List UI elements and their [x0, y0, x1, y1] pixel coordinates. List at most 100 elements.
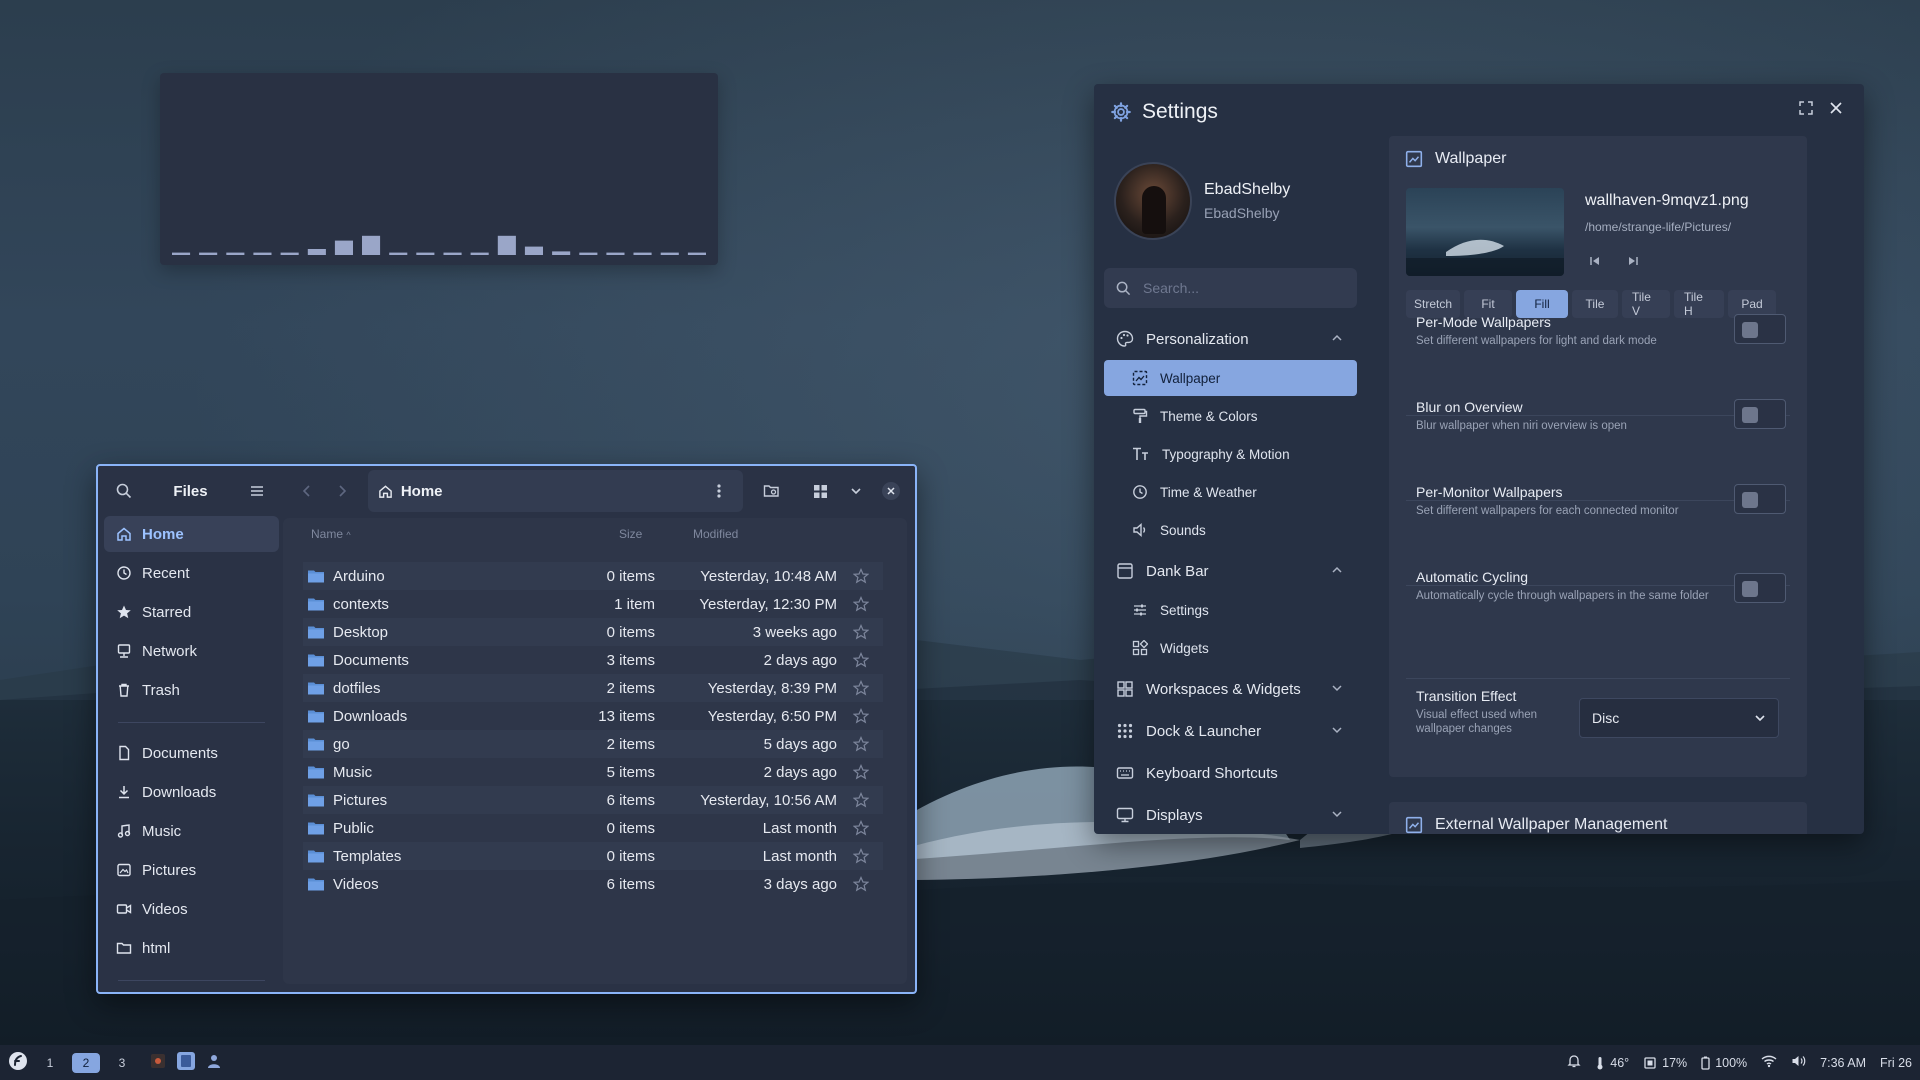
nav-item-time-weather[interactable]: Time & Weather — [1104, 474, 1357, 510]
star-icon[interactable] — [853, 624, 869, 640]
nav-item-sounds[interactable]: Sounds — [1104, 512, 1357, 548]
sidebar-item-starred[interactable]: Starred — [104, 594, 279, 630]
sidebar-item-documents[interactable]: Documents — [104, 735, 279, 771]
nav-group-keyboard-shortcuts[interactable]: Keyboard Shortcuts — [1104, 752, 1357, 794]
maximize-icon[interactable] — [1798, 100, 1814, 121]
visualizer-bar — [280, 252, 299, 255]
volume-icon[interactable] — [1791, 1054, 1806, 1071]
sidebar-item-trash[interactable]: Trash — [104, 672, 279, 708]
launcher-icon[interactable] — [8, 1051, 28, 1074]
nav-item-widgets[interactable]: Widgets — [1104, 630, 1357, 666]
clock-time[interactable]: 7:36 AM — [1820, 1056, 1866, 1070]
chevron-down-icon[interactable] — [840, 475, 871, 507]
hamburger-menu-icon[interactable] — [241, 475, 273, 507]
workspace-3[interactable]: 3 — [110, 1053, 134, 1073]
star-icon[interactable] — [853, 820, 869, 836]
sidebar-item-label: html — [142, 939, 171, 957]
table-row[interactable]: Desktop 0 items 3 weeks ago — [303, 618, 883, 646]
sidebar-item-recent[interactable]: Recent — [104, 555, 279, 591]
battery-icon — [1701, 1056, 1710, 1070]
table-row[interactable]: Documents 3 items 2 days ago — [303, 646, 883, 674]
per-monitor-wallpapers-toggle[interactable] — [1734, 484, 1786, 514]
star-icon[interactable] — [853, 708, 869, 724]
column-name[interactable]: Name ^ — [311, 527, 351, 541]
sidebar-item-network[interactable]: Network — [104, 633, 279, 669]
sidebar-item-pictures[interactable]: Pictures — [104, 852, 279, 888]
text-size-icon — [1133, 447, 1148, 460]
picture-icon — [117, 863, 131, 877]
nav-group-displays[interactable]: Displays — [1104, 794, 1357, 834]
nav-group-workspaces[interactable]: Workspaces & Widgets — [1104, 668, 1357, 710]
table-row[interactable]: Arduino 0 items Yesterday, 10:48 AM — [303, 562, 883, 590]
nav-item-wallpaper[interactable]: Wallpaper — [1104, 360, 1357, 396]
table-row[interactable]: Templates 0 items Last month — [303, 842, 883, 870]
nav-item-typography[interactable]: Typography & Motion — [1104, 436, 1357, 472]
column-size[interactable]: Size — [619, 527, 642, 541]
table-row[interactable]: dotfiles 2 items Yesterday, 8:39 PM — [303, 674, 883, 702]
star-icon[interactable] — [853, 652, 869, 668]
table-row[interactable]: Videos 6 items 3 days ago — [303, 870, 883, 898]
new-folder-search-icon[interactable] — [755, 475, 786, 507]
transition-effect-dropdown[interactable]: Disc — [1579, 698, 1779, 738]
temperature-indicator[interactable]: 46° — [1595, 1056, 1629, 1070]
star-icon[interactable] — [853, 680, 869, 696]
table-row[interactable]: go 2 items 5 days ago — [303, 730, 883, 758]
star-icon[interactable] — [853, 596, 869, 612]
table-row[interactable]: Downloads 13 items Yesterday, 6:50 PM — [303, 702, 883, 730]
file-name: Arduino — [333, 567, 385, 585]
star-icon[interactable] — [853, 792, 869, 808]
notification-bell-icon[interactable] — [1567, 1054, 1581, 1071]
settings-search-input[interactable]: Search... — [1104, 268, 1357, 308]
nav-item-bar-settings[interactable]: Settings — [1104, 592, 1357, 628]
nav-group-personalization[interactable]: Personalization — [1104, 318, 1357, 360]
nav-group-label: Keyboard Shortcuts — [1146, 764, 1278, 782]
nav-item-theme-colors[interactable]: Theme & Colors — [1104, 398, 1357, 434]
table-row[interactable]: Pictures 6 items Yesterday, 10:56 AM — [303, 786, 883, 814]
forward-arrow-icon[interactable] — [326, 475, 357, 507]
nav-group-dock-launcher[interactable]: Dock & Launcher — [1104, 710, 1357, 752]
sidebar-item-downloads[interactable]: Downloads — [104, 774, 279, 810]
star-icon[interactable] — [853, 568, 869, 584]
taskbar-app-terminal-icon[interactable] — [150, 1053, 166, 1072]
table-row[interactable]: Music 5 items 2 days ago — [303, 758, 883, 786]
sidebar-item-html[interactable]: html — [104, 930, 279, 966]
star-icon[interactable] — [853, 736, 869, 752]
automatic-cycling-toggle[interactable] — [1734, 573, 1786, 603]
battery-indicator[interactable]: 100% — [1701, 1056, 1747, 1070]
file-size: 5 items — [606, 763, 655, 781]
close-icon[interactable] — [876, 475, 907, 507]
grid-view-icon[interactable] — [805, 475, 836, 507]
sidebar-item-home[interactable]: Home — [104, 516, 279, 552]
sidebar-item-music[interactable]: Music — [104, 813, 279, 849]
column-modified[interactable]: Modified — [693, 527, 738, 541]
clock-date[interactable]: Fri 26 — [1880, 1056, 1912, 1070]
nav-group-dank-bar[interactable]: Dank Bar — [1104, 550, 1357, 592]
next-wallpaper-icon[interactable] — [1627, 254, 1639, 272]
workspace-2[interactable]: 2 — [72, 1052, 100, 1073]
wallpaper-thumbnail[interactable] — [1406, 188, 1564, 276]
sidebar-item-label: Recent — [142, 564, 190, 582]
taskbar-app-files-icon[interactable] — [176, 1051, 196, 1074]
cpu-indicator[interactable]: 17% — [1643, 1056, 1687, 1070]
path-bar[interactable]: Home — [367, 470, 744, 512]
avatar[interactable] — [1114, 162, 1192, 240]
star-icon[interactable] — [853, 764, 869, 780]
blur-on-overview-toggle[interactable] — [1734, 399, 1786, 429]
file-modified: Yesterday, 12:30 PM — [699, 595, 837, 613]
taskbar-app-settings-icon[interactable] — [206, 1053, 222, 1072]
sidebar-item-videos[interactable]: Videos — [104, 891, 279, 927]
wifi-icon[interactable] — [1761, 1054, 1777, 1071]
star-icon[interactable] — [853, 848, 869, 864]
table-row[interactable]: contexts 1 item Yesterday, 12:30 PM — [303, 590, 883, 618]
table-row[interactable]: Public 0 items Last month — [303, 814, 883, 842]
back-arrow-icon[interactable] — [291, 475, 322, 507]
star-icon[interactable] — [853, 876, 869, 892]
workspace-1[interactable]: 1 — [38, 1053, 62, 1073]
file-modified: 3 days ago — [763, 875, 837, 893]
search-icon[interactable] — [108, 475, 140, 507]
close-icon[interactable] — [1828, 100, 1844, 121]
kebab-menu-icon[interactable] — [703, 475, 735, 507]
file-list-pane: Name ^ Size Modified Arduino 0 items Yeste… — [283, 518, 907, 984]
per-mode-wallpapers-toggle[interactable] — [1734, 314, 1786, 344]
previous-wallpaper-icon[interactable] — [1589, 254, 1601, 272]
